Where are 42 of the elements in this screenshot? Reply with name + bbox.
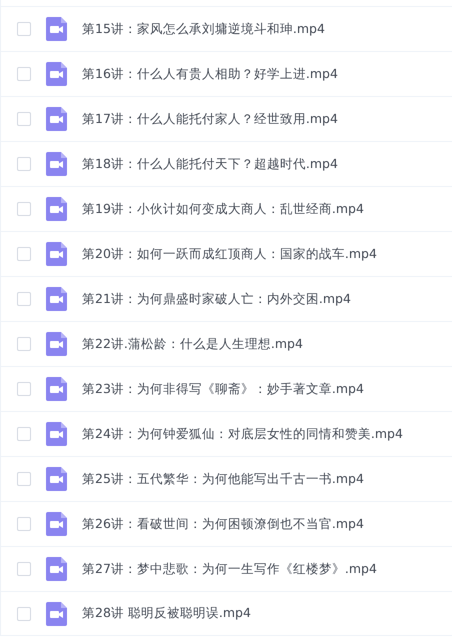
checkbox[interactable] — [17, 337, 31, 351]
checkbox[interactable] — [17, 606, 31, 620]
file-name[interactable]: 第15讲：家风怎么承刘墉逆境斗和珅.mp4 — [82, 20, 325, 38]
video-file-icon — [46, 332, 67, 356]
video-file-icon — [46, 107, 67, 131]
file-name[interactable]: 第19讲：小伙计如何变成大商人：乱世经商.mp4 — [82, 200, 364, 218]
checkbox[interactable] — [17, 517, 31, 531]
checkbox[interactable] — [17, 157, 31, 171]
video-file-icon — [46, 17, 67, 41]
file-name[interactable]: 第27讲：梦中悲歌：为何一生写作《红楼梦》.mp4 — [82, 560, 377, 578]
video-file-icon — [46, 152, 67, 176]
file-name[interactable]: 第16讲：什么人有贵人相助？好学上进.mp4 — [82, 64, 338, 84]
file-name[interactable]: 第18讲：什么人能托付天下？超越时代.mp4 — [82, 154, 338, 174]
video-file-icon — [46, 422, 67, 446]
video-file-icon — [46, 557, 67, 581]
file-name[interactable]: 第24讲：为何钟爱狐仙：对底层女性的同情和赞美.mp4 — [82, 424, 403, 444]
file-name[interactable]: 第28讲 聪明反被聪明误.mp4 — [82, 604, 251, 623]
checkbox[interactable] — [17, 67, 31, 81]
file-name[interactable]: 第20讲：如何一跃而成红顶商人：国家的战车.mp4 — [82, 244, 377, 264]
video-file-icon — [46, 602, 67, 626]
video-file-icon — [46, 197, 67, 221]
checkbox[interactable] — [17, 22, 31, 36]
video-file-icon — [46, 467, 67, 491]
file-name[interactable]: 第21讲：为何鼎盛时家破人亡：内外交困.mp4 — [82, 290, 351, 308]
video-file-icon — [46, 512, 67, 536]
video-file-icon — [46, 377, 67, 401]
video-file-icon — [46, 287, 67, 311]
checkbox[interactable] — [17, 112, 31, 126]
checkbox[interactable] — [17, 472, 31, 486]
checkbox[interactable] — [17, 202, 31, 216]
video-file-icon — [46, 242, 67, 266]
checkbox[interactable] — [17, 427, 31, 441]
checkbox[interactable] — [17, 292, 31, 306]
checkbox[interactable] — [17, 382, 31, 396]
checkbox[interactable] — [17, 247, 31, 261]
checkbox[interactable] — [17, 562, 31, 576]
file-name[interactable]: 第23讲：为何非得写《聊斋》：妙手著文章.mp4 — [82, 380, 364, 398]
file-name[interactable]: 第17讲：什么人能托付家人？经世致用.mp4 — [82, 110, 338, 128]
file-name[interactable]: 第25讲：五代繁华：为何他能写出千古一书.mp4 — [82, 470, 364, 488]
file-name[interactable]: 第26讲：看破世间：为何困顿潦倒也不当官.mp4 — [82, 514, 364, 534]
file-name[interactable]: 第22讲.蒲松龄：什么是人生理想.mp4 — [82, 334, 303, 354]
video-file-icon — [46, 62, 67, 86]
